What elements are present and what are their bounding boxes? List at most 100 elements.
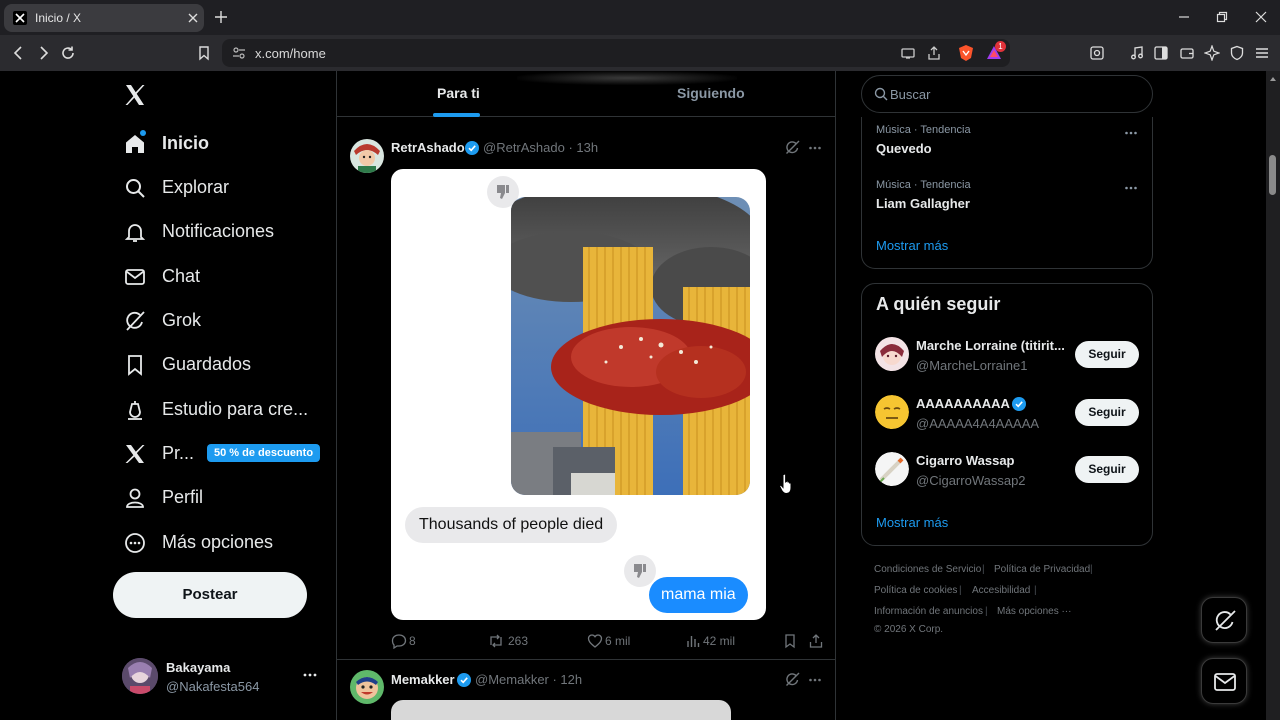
nav-creator-studio[interactable]: Estudio para cre... — [122, 390, 332, 430]
header-blur — [517, 71, 737, 85]
search-input[interactable]: Buscar — [861, 75, 1153, 113]
new-tab-icon[interactable] — [214, 10, 228, 24]
post-button[interactable]: Postear — [113, 572, 307, 618]
post-author-avatar[interactable] — [350, 139, 384, 173]
timeline-tabs: Para ti Siguiendo — [337, 71, 835, 117]
post-media-image[interactable] — [391, 700, 731, 720]
tab-following[interactable]: Siguiendo — [677, 85, 745, 101]
post-author-name[interactable]: Memakker — [391, 672, 455, 687]
reload-icon[interactable] — [60, 45, 76, 61]
trend-item[interactable]: Quevedo — [876, 141, 932, 156]
verified-badge-icon — [465, 141, 479, 155]
follow-button[interactable]: Seguir — [1075, 399, 1139, 426]
who-to-follow-card: A quién seguir Marche Lorraine (titirit.… — [861, 283, 1153, 546]
close-tab-icon[interactable] — [186, 11, 200, 25]
trend-more-icon[interactable] — [1124, 128, 1138, 138]
share-icon[interactable] — [926, 45, 942, 61]
follow-suggestion-handle[interactable]: @MarcheLorraine1 — [916, 358, 1027, 373]
footer-link-accessibility[interactable]: Accesibilidad — [972, 585, 1030, 596]
nav-profile[interactable]: Perfil — [122, 478, 332, 518]
follow-suggestion-avatar[interactable] — [875, 452, 909, 486]
follow-suggestion-avatar[interactable] — [875, 337, 909, 371]
messages-fab[interactable] — [1201, 658, 1247, 704]
bookmark-page-icon[interactable] — [196, 45, 212, 61]
nav-home[interactable]: Inicio — [122, 124, 332, 164]
nav-notifications[interactable]: Notificaciones — [122, 212, 332, 252]
scroll-up-arrow-icon[interactable] — [1269, 75, 1277, 83]
reply-count: 8 — [409, 634, 416, 648]
menu-icon[interactable] — [1254, 45, 1270, 61]
who-to-follow-title: A quién seguir — [876, 294, 1001, 314]
active-tab-indicator — [433, 113, 480, 117]
post-media-image[interactable]: Thousands of people died mama mia — [391, 169, 766, 620]
brave-shield-icon[interactable] — [957, 44, 975, 62]
address-bar[interactable]: x.com/home — [222, 39, 1010, 67]
leo-ai-icon[interactable] — [1204, 45, 1220, 61]
post-handle-time[interactable]: @Memakker · 12h — [475, 672, 582, 687]
footer-link-more[interactable]: Más opciones ··· — [997, 606, 1071, 617]
post-handle-time[interactable]: @RetrAshado · 13h — [483, 140, 598, 155]
post-author-name[interactable]: RetrAshado — [391, 140, 465, 155]
sidebar-toggle-icon[interactable] — [1153, 45, 1169, 61]
wallet-icon[interactable] — [1179, 45, 1195, 61]
grok-fab[interactable] — [1201, 597, 1247, 643]
back-icon[interactable] — [11, 45, 27, 61]
follow-button[interactable]: Seguir — [1075, 341, 1139, 368]
like-count: 6 mil — [605, 634, 631, 648]
minimize-icon[interactable] — [1177, 10, 1191, 24]
nav-more[interactable]: Más opciones — [122, 523, 332, 563]
follow-suggestion-avatar[interactable] — [875, 395, 909, 429]
account-more-icon[interactable] — [302, 669, 318, 681]
scroll-thumb[interactable] — [1269, 155, 1276, 195]
trends-show-more[interactable]: Mostrar más — [876, 238, 948, 253]
forward-icon[interactable] — [35, 45, 51, 61]
nav-bookmarks[interactable]: Guardados — [122, 345, 332, 385]
url-text: x.com/home — [255, 46, 326, 61]
home-icon — [124, 133, 146, 155]
follow-suggestion-handle[interactable]: @AAAAA4A4AAAAA — [916, 416, 1039, 431]
follow-suggestion-name[interactable]: Cigarro Wassap — [916, 453, 1015, 468]
page-capture-icon[interactable] — [1089, 45, 1105, 61]
nav-premium-label: Pr... — [162, 443, 195, 463]
grok-explain-icon[interactable] — [785, 140, 800, 155]
browser-tab[interactable]: Inicio / X — [4, 4, 204, 32]
media-icon[interactable] — [1129, 45, 1145, 61]
account-name: Bakayama — [166, 660, 231, 675]
close-window-icon[interactable] — [1254, 10, 1268, 24]
follow-suggestion-name[interactable]: AAAAAAAAAA — [916, 396, 1010, 411]
nav-premium[interactable]: Pr... 50 % de descuento — [122, 434, 332, 474]
post-more-icon[interactable] — [808, 143, 822, 153]
x-logo-icon[interactable] — [124, 84, 146, 106]
trend-more-icon[interactable] — [1124, 183, 1138, 193]
post-more-icon[interactable] — [808, 675, 822, 685]
vpn-shield-icon[interactable] — [1229, 45, 1245, 61]
trend-item[interactable]: Liam Gallagher — [876, 196, 970, 211]
post[interactable]: RetrAshado @RetrAshado · 13h Thousands o… — [337, 127, 835, 659]
follow-suggestion-name[interactable]: Marche Lorraine (titirit... — [916, 338, 1065, 353]
footer-link-cookies[interactable]: Política de cookies — [874, 585, 957, 596]
creator-studio-icon — [124, 399, 146, 421]
site-info-icon[interactable] — [232, 46, 246, 60]
reply-icon — [391, 633, 407, 649]
nav-explore[interactable]: Explorar — [122, 168, 332, 208]
follow-button[interactable]: Seguir — [1075, 456, 1139, 483]
restore-icon[interactable] — [1215, 10, 1229, 24]
follow-suggestion-handle[interactable]: @CigarroWassap2 — [916, 473, 1026, 488]
cast-icon[interactable] — [900, 45, 916, 61]
nav-grok[interactable]: Grok — [122, 301, 332, 341]
grok-explain-icon[interactable] — [785, 672, 800, 687]
bookmark-icon — [782, 633, 798, 649]
tab-for-you[interactable]: Para ti — [437, 85, 480, 101]
nav-chat[interactable]: Chat — [122, 257, 332, 297]
hand-cursor-icon — [779, 473, 795, 495]
post-author-avatar[interactable] — [350, 670, 384, 704]
post[interactable]: Memakker @Memakker · 12h — [337, 660, 835, 720]
footer-link-privacy[interactable]: Política de Privacidad — [994, 564, 1090, 575]
footer-link-ads-info[interactable]: Información de anuncios — [874, 606, 983, 617]
footer-link-terms[interactable]: Condiciones de Servicio — [874, 564, 981, 575]
page-scrollbar[interactable] — [1266, 71, 1280, 720]
nav-profile-label: Perfil — [162, 487, 204, 507]
account-avatar[interactable] — [122, 658, 158, 694]
follow-show-more[interactable]: Mostrar más — [876, 515, 948, 530]
x-favicon-icon — [13, 11, 27, 25]
